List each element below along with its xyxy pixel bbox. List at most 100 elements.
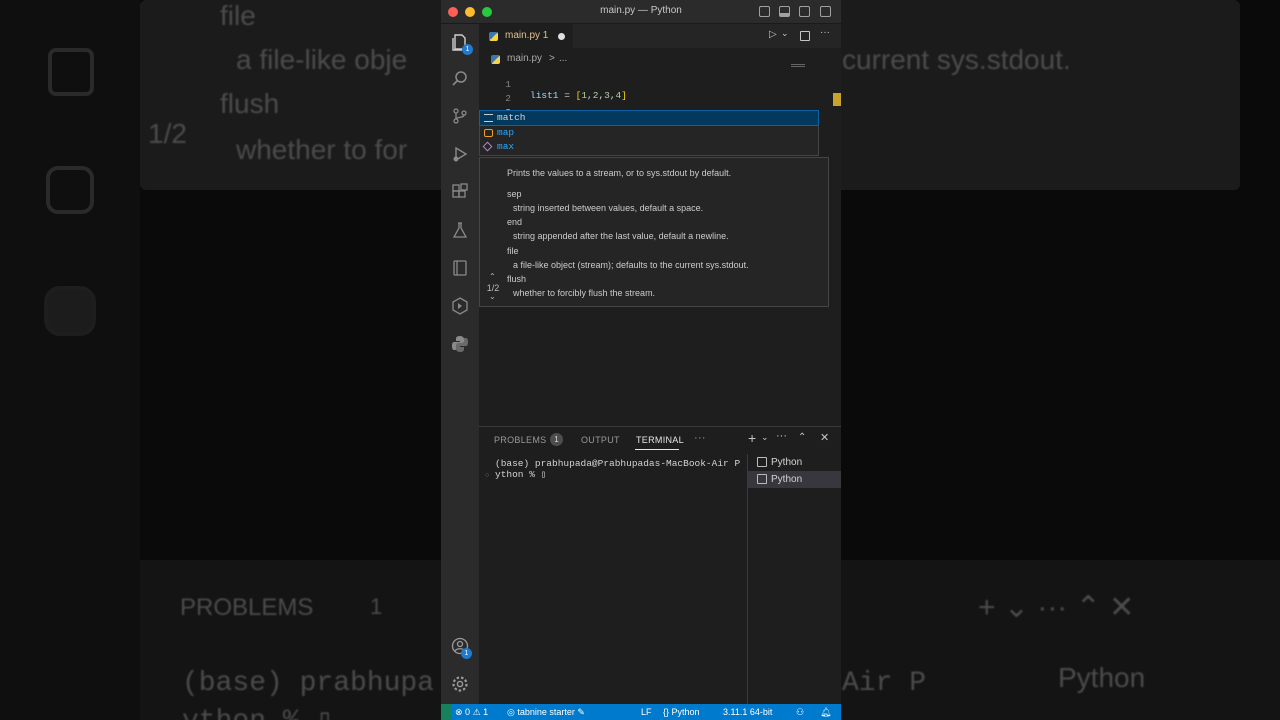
param-desc: string inserted between values, default …: [513, 203, 704, 213]
status-bar: ⊗ 0 ⚠ 1 ◎ tabnine starter ✎ LF {} Python…: [441, 704, 841, 720]
active-tab-underline: [635, 449, 679, 450]
terminal-dropdown-chevron-icon[interactable]: ⌄: [761, 432, 769, 443]
param-desc: whether to forcibly flush the stream.: [513, 288, 656, 298]
signature-help-widget: Prints the values to a stream, or to sys…: [479, 157, 829, 307]
suggestion-item[interactable]: match: [479, 110, 819, 126]
terminal-icon: [757, 474, 767, 484]
terminal-split-divider[interactable]: [747, 454, 748, 705]
code-line: 3 print (ma): [479, 96, 588, 130]
tab-problems[interactable]: PROBLEMS: [494, 435, 546, 445]
background-icons: + ⌄ ··· ⌃ ✕: [978, 591, 1135, 624]
line-code: list1 = [1,2,3,4]: [530, 90, 627, 101]
minimap-lines-icon: [791, 64, 805, 67]
settings-gear-icon[interactable]: [450, 674, 470, 694]
close-panel-icon[interactable]: ✕: [820, 431, 829, 444]
run-debug-icon[interactable]: [450, 144, 470, 164]
background-text: Python: [1058, 662, 1146, 693]
background-text: Air P: [842, 668, 927, 699]
terminal-item[interactable]: Python: [748, 471, 841, 488]
param-desc: string appended after the last value, de…: [513, 231, 729, 241]
tab-main-py[interactable]: main.py 1: [479, 24, 573, 48]
background-run-icon: [46, 166, 94, 214]
suggestion-widget: match map max: [479, 110, 819, 156]
code-line: 1 list1 = [1,2,3,4]: [479, 68, 627, 101]
background-text: (base) prabhupa: [182, 668, 435, 699]
tab-terminal[interactable]: TERMINAL: [636, 435, 684, 445]
unsaved-dot-icon[interactable]: [558, 33, 565, 40]
title-bar: main.py — Python: [441, 0, 841, 24]
breadcrumb-file[interactable]: main.py: [507, 53, 542, 64]
interpreter-status[interactable]: 3.11.1 64-bit: [723, 707, 772, 717]
function-icon: [482, 141, 493, 152]
tabnine-status[interactable]: ◎ tabnine starter ✎: [507, 707, 585, 718]
breadcrumb-more[interactable]: ...: [559, 53, 567, 64]
background-file-icon: [48, 48, 94, 96]
breadcrumb-separator: >: [549, 53, 555, 64]
customize-layout-icon[interactable]: [820, 6, 831, 17]
background-text: a file-like obje: [236, 44, 408, 75]
overview-ruler-mark: [833, 93, 841, 106]
overload-up-chevron-icon[interactable]: ⌃: [489, 272, 496, 281]
run-python-file-icon[interactable]: ▷: [769, 29, 777, 40]
param-desc: a file-like object (stream); defaults to…: [513, 260, 749, 270]
feedback-icon[interactable]: ⚇: [796, 707, 804, 718]
accounts-icon[interactable]: 1: [450, 636, 472, 659]
vscode-window: main.py — Python 1 1 main.py 1 ▷ ⌄ ··· m…: [441, 0, 841, 720]
terminal-more-icon[interactable]: ···: [776, 430, 787, 442]
background-text: whether to for: [236, 134, 408, 165]
overload-down-chevron-icon[interactable]: ⌄: [489, 292, 496, 301]
terminal-label: Python: [771, 457, 803, 468]
split-editor-icon[interactable]: [800, 31, 810, 41]
param-name: flush: [507, 274, 527, 284]
background-sidebar: [0, 0, 140, 720]
explorer-icon[interactable]: 1: [450, 32, 473, 55]
eol-status[interactable]: LF: [641, 707, 652, 717]
background-text: flush: [220, 88, 280, 119]
run-dropdown-chevron-icon[interactable]: ⌄: [781, 28, 789, 39]
tab-label: main.py 1: [505, 30, 549, 41]
terminal-decoration-icon: ○: [485, 472, 490, 479]
terminal-item[interactable]: Python: [748, 454, 841, 471]
toggle-panel-icon[interactable]: [779, 6, 790, 17]
background-text: 1: [370, 594, 383, 619]
search-icon[interactable]: [450, 69, 470, 89]
doc-summary: Prints the values to a stream, or to sys…: [507, 168, 732, 178]
panel-more-icon[interactable]: ···: [694, 432, 706, 444]
accounts-badge: 1: [461, 648, 472, 659]
python-file-icon: [489, 32, 498, 41]
suggestion-label: map: [497, 127, 515, 138]
tab-output[interactable]: OUTPUT: [581, 435, 620, 445]
suggestion-item[interactable]: map: [480, 126, 818, 140]
new-terminal-icon[interactable]: +: [748, 430, 756, 446]
toggle-sidebar-icon[interactable]: [759, 6, 770, 17]
background-text: file: [220, 0, 256, 31]
param-name: sep: [507, 189, 522, 199]
source-control-icon[interactable]: [450, 106, 470, 126]
problems-status[interactable]: ⊗ 0 ⚠ 1: [455, 707, 488, 718]
terminal-output[interactable]: (base) prabhupada@Prabhupadas-MacBook-Ai…: [495, 458, 747, 480]
problems-badge: 1: [550, 433, 563, 446]
notifications-bell-icon[interactable]: 🔔︎: [820, 707, 831, 718]
background-python-icon: [44, 286, 96, 336]
suggestion-item[interactable]: max: [480, 140, 818, 154]
background-text: ython % ▯: [182, 702, 333, 720]
background-text: PROBLEMS: [180, 594, 314, 621]
code-line: 2: [479, 82, 513, 104]
remote-indicator[interactable]: [441, 704, 452, 720]
maximize-panel-icon[interactable]: ⌃: [798, 432, 806, 443]
class-icon: [484, 129, 493, 137]
editor-tab-bar: main.py 1 ▷ ⌄ ···: [479, 24, 841, 48]
background-text: 1/2: [148, 118, 187, 149]
background-text: current sys.stdout.: [842, 44, 1071, 75]
python-icon[interactable]: [450, 334, 470, 354]
explorer-badge: 1: [462, 44, 473, 55]
toggle-secondary-sidebar-icon[interactable]: [799, 6, 810, 17]
suggestion-label: match: [497, 112, 526, 123]
notebook-icon[interactable]: [450, 258, 470, 278]
testing-flask-icon[interactable]: [450, 220, 470, 240]
editor-more-actions-icon[interactable]: ···: [820, 27, 830, 38]
suggestion-label: max: [497, 141, 515, 152]
remote-explorer-icon[interactable]: [450, 296, 470, 316]
language-status[interactable]: {} Python: [663, 707, 700, 717]
extensions-icon[interactable]: [450, 182, 470, 202]
